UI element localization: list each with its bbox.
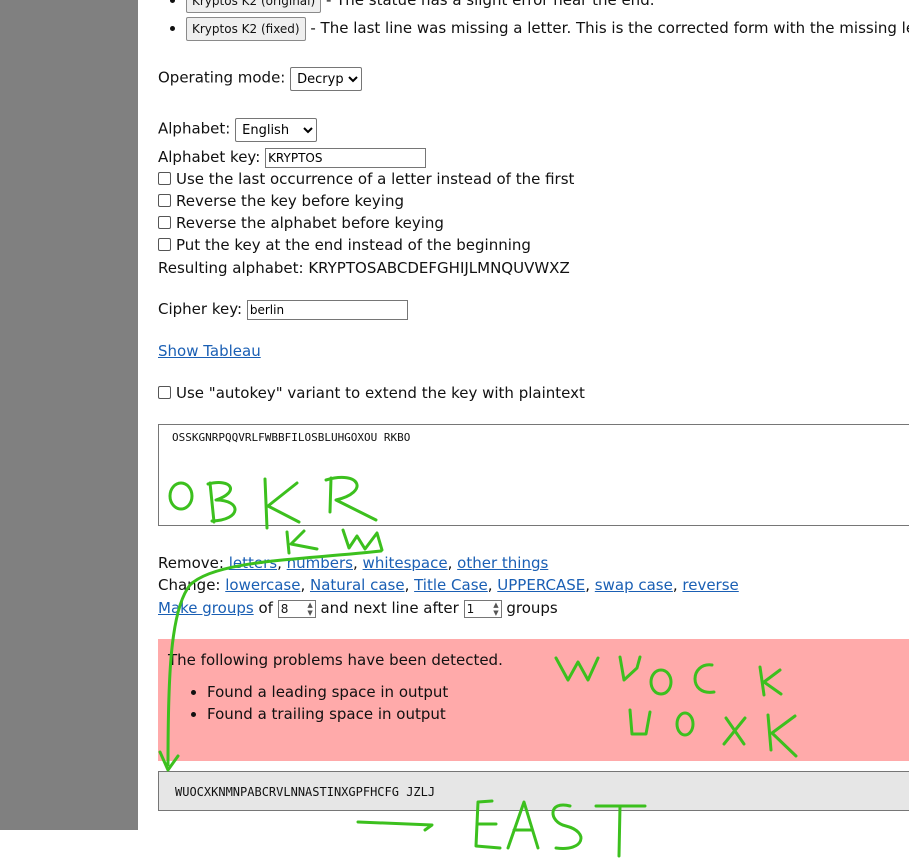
handwritten-annotation (158, 475, 798, 858)
